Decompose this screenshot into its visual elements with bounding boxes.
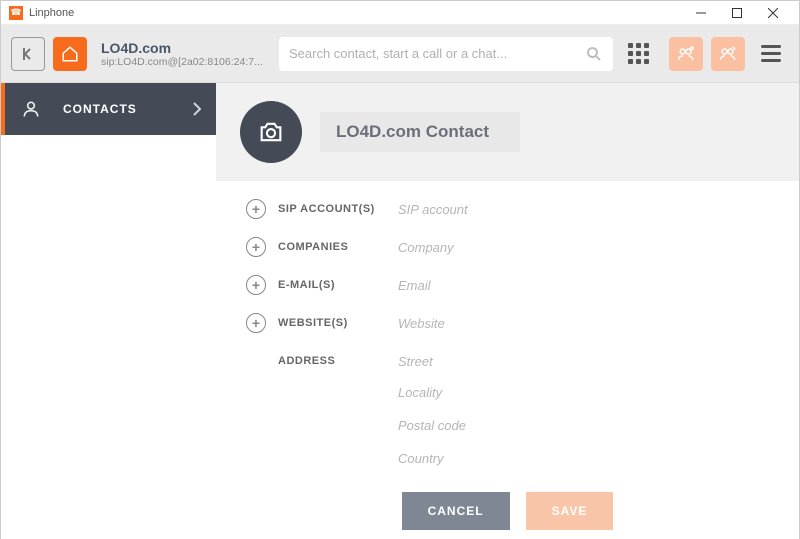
identity-name: LO4D.com <box>101 40 271 56</box>
window-titlebar: ☎ Linphone <box>1 1 799 25</box>
avatar-upload-button[interactable] <box>240 101 302 163</box>
sip-label: SIP ACCOUNT(S) <box>278 203 398 215</box>
group-call-icon <box>718 44 738 64</box>
identity-block[interactable]: LO4D.com sip:LO4D.com@[2a02:8106:24:7... <box>101 40 271 68</box>
add-sip-button[interactable]: + <box>246 199 266 219</box>
close-button[interactable] <box>755 1 791 25</box>
contacts-icon <box>21 99 41 119</box>
address-label: ADDRESS <box>278 355 398 367</box>
contact-name-input[interactable]: LO4D.com Contact <box>320 112 520 152</box>
country-input[interactable] <box>398 449 769 468</box>
top-toolbar: LO4D.com sip:LO4D.com@[2a02:8106:24:7...… <box>1 25 799 83</box>
postal-input[interactable] <box>398 416 769 435</box>
save-button[interactable]: SAVE <box>526 492 614 530</box>
add-website-button[interactable]: + <box>246 313 266 333</box>
conference-call-button[interactable] <box>711 37 745 71</box>
search-box[interactable] <box>279 37 613 71</box>
collapse-sidebar-button[interactable] <box>11 37 45 71</box>
chevron-right-icon <box>192 102 202 116</box>
row-emails: + E-MAIL(S) <box>246 275 769 295</box>
dialpad-button[interactable] <box>621 37 655 71</box>
main-content: LO4D.com Contact + SIP ACCOUNT(S) + COMP… <box>216 83 799 539</box>
add-company-button[interactable]: + <box>246 237 266 257</box>
company-input[interactable] <box>398 238 769 257</box>
contact-form: + SIP ACCOUNT(S) + COMPANIES + E-MAIL(S)… <box>216 181 799 530</box>
search-icon <box>585 45 603 63</box>
sidebar-item-contacts[interactable]: CONTACTS <box>1 83 216 135</box>
websites-label: WEBSITE(S) <box>278 317 398 329</box>
dialpad-icon <box>628 43 649 64</box>
menu-button[interactable] <box>757 40 785 68</box>
contact-header: LO4D.com Contact <box>216 83 799 181</box>
conference-button[interactable]: + <box>669 37 703 71</box>
sidebar: CONTACTS <box>1 83 216 539</box>
app-icon: ☎ <box>9 6 23 20</box>
row-sip: + SIP ACCOUNT(S) <box>246 199 769 219</box>
add-email-button[interactable]: + <box>246 275 266 295</box>
body: CONTACTS LO4D.com Contact + SIP ACCOUNT(… <box>1 83 799 539</box>
locality-input[interactable] <box>398 383 769 402</box>
row-address: + ADDRESS <box>246 351 769 371</box>
group-plus-icon: + <box>676 44 696 64</box>
maximize-button[interactable] <box>719 1 755 25</box>
home-button[interactable] <box>53 37 87 71</box>
home-icon <box>61 45 79 63</box>
emails-label: E-MAIL(S) <box>278 279 398 291</box>
cancel-button[interactable]: CANCEL <box>402 492 510 530</box>
minimize-button[interactable] <box>683 1 719 25</box>
sidebar-item-label: CONTACTS <box>63 102 137 116</box>
menu-icon <box>761 52 781 55</box>
search-input[interactable] <box>289 46 585 61</box>
camera-icon <box>257 118 285 146</box>
address-group <box>278 383 769 468</box>
row-companies: + COMPANIES <box>246 237 769 257</box>
identity-sip: sip:LO4D.com@[2a02:8106:24:7... <box>101 56 271 68</box>
svg-text:+: + <box>691 46 693 50</box>
email-input[interactable] <box>398 276 769 295</box>
window-title: Linphone <box>29 7 74 19</box>
actions: CANCEL SAVE <box>246 492 769 530</box>
sip-input[interactable] <box>398 200 769 219</box>
website-input[interactable] <box>398 314 769 333</box>
street-input[interactable] <box>398 352 769 371</box>
companies-label: COMPANIES <box>278 241 398 253</box>
row-websites: + WEBSITE(S) <box>246 313 769 333</box>
